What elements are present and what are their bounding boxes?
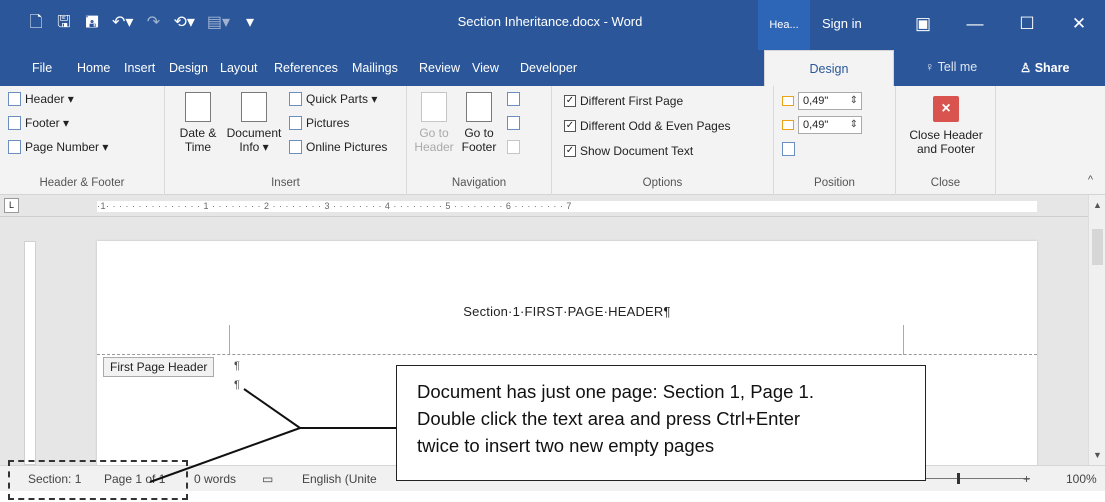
word-window: { "titlebar": { "title": "Section Inheri… bbox=[0, 0, 1105, 502]
callout-line-1: Document has just one page: Section 1, P… bbox=[417, 381, 814, 402]
callout-box: Document has just one page: Section 1, P… bbox=[396, 365, 926, 481]
callout-line-3: twice to insert two new empty pages bbox=[417, 435, 715, 456]
callout-line-2: Double click the text area and press Ctr… bbox=[417, 408, 801, 429]
